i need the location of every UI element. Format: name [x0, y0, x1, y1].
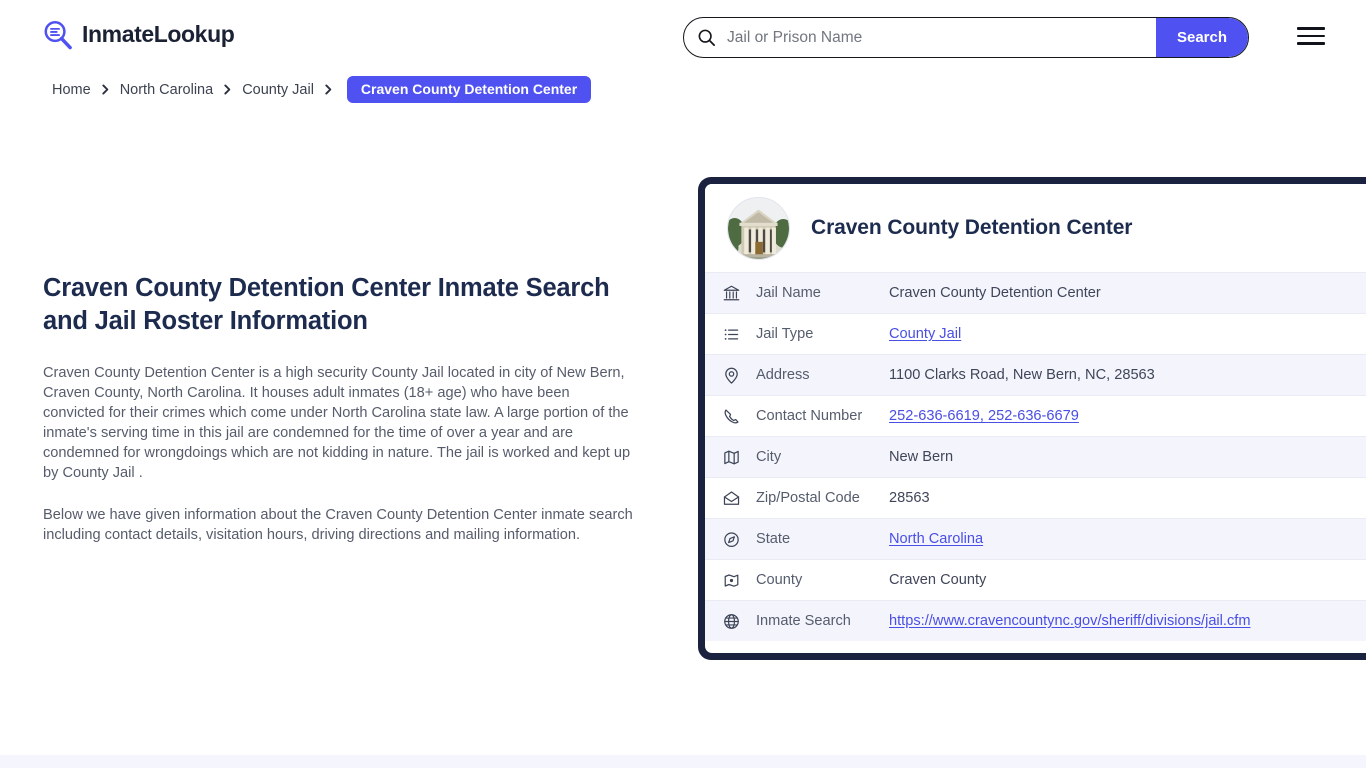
jail-info-card: Craven County Detention Center Jail Name… — [698, 177, 1366, 660]
globe-icon — [722, 612, 741, 631]
article-column: Craven County Detention Center Inmate Se… — [43, 272, 633, 567]
bank-icon — [722, 284, 741, 303]
site-logo-text: InmateLookup — [82, 21, 235, 47]
secondary-paragraph: Below we have given information about th… — [43, 507, 633, 544]
inmate-search-link[interactable]: https://www.cravencountync.gov/sheriff/d… — [889, 613, 1250, 629]
table-row: Jail Name Craven County Detention Center — [705, 272, 1366, 313]
jail-details-table: Jail Name Craven County Detention Center… — [705, 272, 1366, 641]
hamburger-bar — [1297, 27, 1325, 30]
row-value: 1100 Clarks Road, New Bern, NC, 28563 — [889, 367, 1155, 383]
chevron-right-icon — [100, 84, 111, 95]
row-label: County — [756, 572, 803, 588]
jail-info-card-inner: Craven County Detention Center Jail Name… — [705, 184, 1366, 653]
table-row: Zip/Postal Code 28563 — [705, 477, 1366, 518]
search-icon — [697, 28, 716, 47]
hamburger-bar — [1297, 34, 1325, 38]
search-input[interactable] — [716, 18, 1156, 57]
breadcrumb-item-home[interactable]: Home — [52, 82, 91, 98]
row-value: Craven County Detention Center — [889, 285, 1101, 301]
page-root: InmateLookup Search Home North Carolina — [0, 0, 1366, 768]
row-label: Zip/Postal Code — [756, 490, 860, 506]
row-label: Jail Type — [756, 326, 814, 342]
courthouse-building-photo — [727, 196, 790, 260]
map-dot-icon — [722, 571, 741, 590]
magnifier-list-icon — [42, 19, 73, 50]
chevron-right-icon — [323, 84, 334, 95]
row-value: 28563 — [889, 490, 930, 506]
search-button[interactable]: Search — [1156, 18, 1248, 57]
row-label: Inmate Search — [756, 613, 851, 629]
table-row: Jail Type County Jail — [705, 313, 1366, 354]
site-logo[interactable]: InmateLookup — [42, 19, 235, 50]
row-value: Craven County — [889, 572, 987, 588]
list-icon — [722, 325, 741, 344]
envelope-icon — [722, 489, 741, 508]
state-link[interactable]: North Carolina — [889, 531, 983, 547]
table-row: State North Carolina — [705, 518, 1366, 559]
breadcrumb-item-north-carolina[interactable]: North Carolina — [120, 82, 214, 98]
row-label: Jail Name — [756, 285, 821, 301]
site-header: InmateLookup Search — [0, 0, 1366, 74]
jail-info-card-header: Craven County Detention Center — [705, 184, 1366, 272]
row-label: Address — [756, 367, 810, 383]
phone-icon — [722, 407, 741, 426]
row-label: City — [756, 449, 782, 465]
hamburger-menu-icon[interactable] — [1297, 25, 1327, 47]
contact-number-link[interactable]: 252-636-6619, 252-636-6679 — [889, 408, 1079, 424]
breadcrumb-item-county-jail[interactable]: County Jail — [242, 82, 314, 98]
table-row: Contact Number 252-636-6619, 252-636-667… — [705, 395, 1366, 436]
chevron-right-icon — [222, 84, 233, 95]
footer-band — [0, 755, 1366, 768]
hamburger-bar — [1297, 42, 1325, 45]
jail-type-link[interactable]: County Jail — [889, 326, 961, 342]
table-row: Address 1100 Clarks Road, New Bern, NC, … — [705, 354, 1366, 395]
jail-info-card-title: Craven County Detention Center — [811, 216, 1133, 239]
map-pin-icon — [722, 366, 741, 385]
page-title: Craven County Detention Center Inmate Se… — [43, 274, 610, 335]
globe-compass-icon — [722, 530, 741, 549]
table-row: City New Bern — [705, 436, 1366, 477]
table-row: County Craven County — [705, 559, 1366, 600]
row-value: New Bern — [889, 449, 954, 465]
intro-paragraph: Craven County Detention Center is a high… — [43, 365, 631, 482]
row-label: Contact Number — [756, 408, 863, 424]
map-icon — [722, 448, 741, 467]
search-bar[interactable]: Search — [683, 17, 1249, 58]
row-label: State — [756, 531, 791, 547]
table-row: Inmate Search https://www.cravencountync… — [705, 600, 1366, 641]
breadcrumb: Home North Carolina County Jail Craven C… — [52, 76, 592, 103]
breadcrumb-item-current: Craven County Detention Center — [346, 76, 592, 103]
